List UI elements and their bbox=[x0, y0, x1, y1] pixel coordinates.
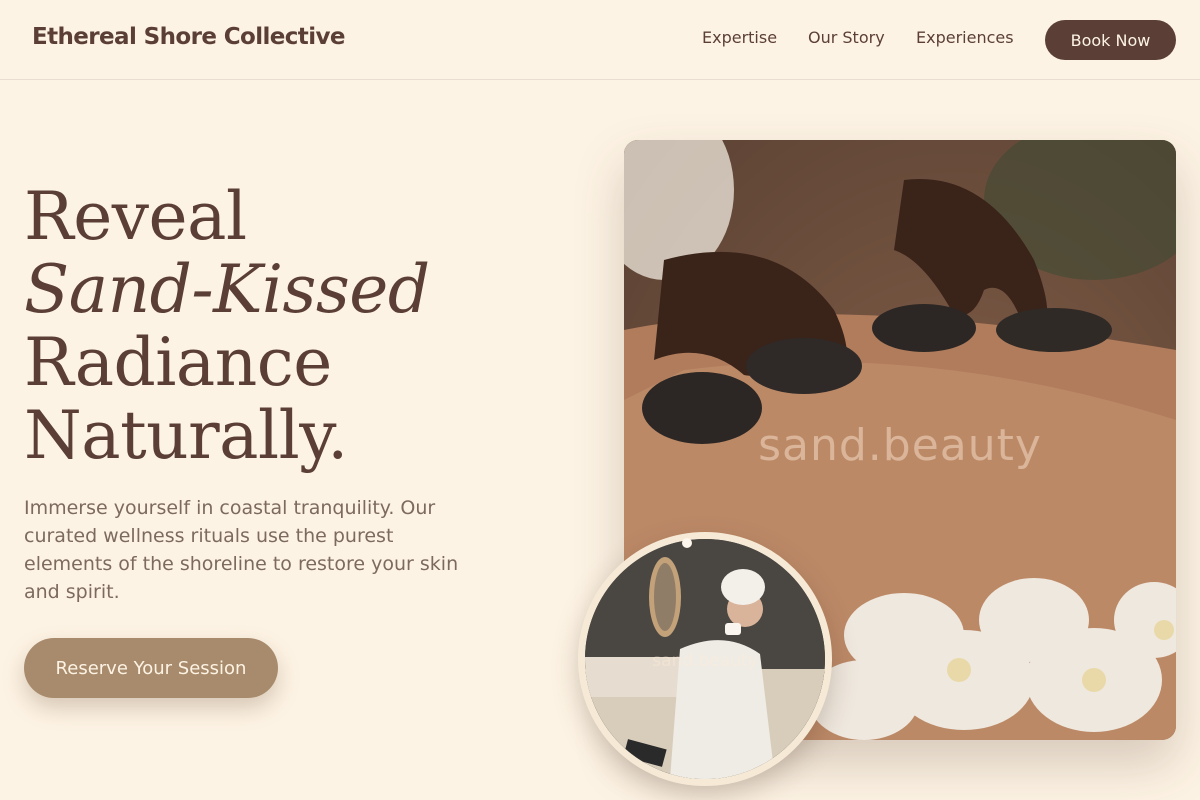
hero-headline-line-1: Reveal bbox=[24, 178, 247, 255]
decorative-dot bbox=[682, 538, 692, 548]
hero-description: Immerse yourself in coastal tranquility.… bbox=[24, 497, 459, 603]
nav-link-expertise[interactable]: Expertise bbox=[702, 28, 777, 47]
nav-link-experiences[interactable]: Experiences bbox=[916, 28, 1014, 47]
spa-guest-portrait-image: sand.beauty bbox=[578, 532, 832, 786]
reserve-session-button[interactable]: Reserve Your Session bbox=[24, 638, 278, 698]
hero-headline-line-2: Sand-Kissed bbox=[24, 251, 430, 328]
main-image-watermark: sand.beauty bbox=[758, 420, 1042, 471]
circle-image-watermark: sand.beauty bbox=[652, 651, 758, 671]
brand-logo[interactable]: Ethereal Shore Collective bbox=[32, 24, 345, 50]
book-now-button[interactable]: Book Now bbox=[1045, 20, 1176, 60]
hero-headline: Reveal Sand-Kissed Radiance Naturally. bbox=[24, 180, 430, 472]
hero-headline-line-3: Radiance bbox=[24, 324, 332, 401]
hero-headline-line-4: Naturally. bbox=[24, 397, 348, 474]
nav-link-our-story[interactable]: Our Story bbox=[808, 28, 885, 47]
site-header: Ethereal Shore Collective Expertise Our … bbox=[0, 0, 1200, 80]
